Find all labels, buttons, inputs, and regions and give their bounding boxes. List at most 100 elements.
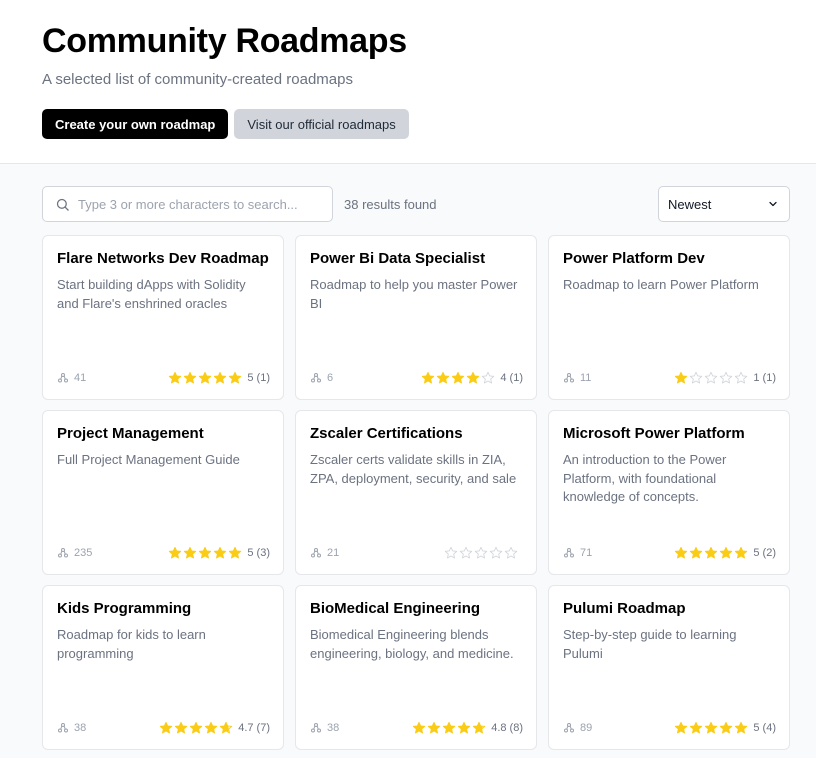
rating-stars bbox=[168, 546, 242, 560]
star-icon bbox=[190, 721, 203, 734]
page-subtitle: A selected list of community-created roa… bbox=[42, 71, 353, 88]
roadmap-users-count: 21 bbox=[327, 547, 340, 559]
roadmap-users-count: 71 bbox=[580, 547, 593, 559]
star-icon bbox=[504, 546, 518, 559]
star-icon bbox=[160, 721, 173, 734]
rating-stars bbox=[674, 371, 748, 385]
roadmap-grid: Flare Networks Dev Roadmap Start buildin… bbox=[42, 235, 790, 750]
roadmap-card[interactable]: Power Platform Dev Roadmap to learn Powe… bbox=[548, 235, 790, 400]
roadmap-users: 21 bbox=[310, 547, 339, 559]
star-icon bbox=[690, 721, 703, 734]
roadmap-card-footer: 38 4.8 (8) bbox=[310, 720, 523, 736]
users-icon bbox=[58, 723, 68, 733]
rating-label: 5 (3) bbox=[247, 547, 270, 559]
roadmap-rating: 4 (1) bbox=[421, 371, 523, 385]
roadmap-description: Roadmap to help you master Power BI bbox=[310, 277, 518, 311]
star-icon bbox=[214, 371, 227, 384]
star-icon bbox=[720, 546, 733, 559]
roadmap-card[interactable]: Microsoft Power Platform An introduction… bbox=[548, 410, 790, 575]
roadmap-card-footer: 89 5 (4) bbox=[563, 720, 776, 736]
users-icon bbox=[311, 373, 321, 383]
search-icon bbox=[56, 198, 69, 211]
rating-label: 5 (2) bbox=[753, 547, 776, 559]
roadmap-users: 38 bbox=[57, 722, 86, 734]
search-input[interactable] bbox=[78, 196, 308, 212]
results-count: 38 results found bbox=[344, 196, 437, 212]
roadmap-card-footer: 71 5 (2) bbox=[563, 545, 776, 561]
star-icon bbox=[459, 546, 473, 559]
roadmap-users-count: 6 bbox=[327, 372, 334, 384]
star-icon bbox=[175, 721, 188, 734]
roadmap-users-count: 11 bbox=[580, 372, 592, 384]
roadmap-title: Flare Networks Dev Roadmap bbox=[57, 250, 269, 267]
roadmap-card[interactable]: Power Bi Data Specialist Roadmap to help… bbox=[295, 235, 537, 400]
rating-label: 5 (1) bbox=[247, 372, 270, 384]
filter-toolbar: 38 results found Newest bbox=[42, 186, 790, 222]
page-title: Community Roadmaps bbox=[42, 22, 407, 60]
chevron-down-icon bbox=[769, 201, 777, 207]
rating-label: 1 (1) bbox=[753, 372, 776, 384]
roadmap-users: 6 bbox=[310, 372, 333, 384]
rating-label: 4.8 (8) bbox=[491, 722, 523, 734]
star-icon bbox=[473, 721, 486, 734]
users-icon bbox=[564, 373, 574, 383]
star-icon bbox=[675, 721, 688, 734]
users-icon bbox=[564, 548, 574, 558]
roadmap-title: BioMedical Engineering bbox=[310, 600, 481, 617]
roadmap-description: Biomedical Engineering blends engineerin… bbox=[310, 627, 514, 661]
star-icon bbox=[705, 721, 718, 734]
star-icon bbox=[214, 546, 227, 559]
header-actions: Create your own roadmap Visit our offici… bbox=[42, 109, 774, 139]
roadmap-description: Full Project Management Guide bbox=[57, 452, 240, 467]
star-icon bbox=[199, 546, 212, 559]
roadmap-title: Pulumi Roadmap bbox=[563, 600, 686, 617]
roadmap-card-footer: 11 1 (1) bbox=[563, 370, 776, 386]
rating-stars bbox=[412, 721, 486, 735]
roadmap-card[interactable]: Project Management Full Project Manageme… bbox=[42, 410, 284, 575]
rating-stars bbox=[159, 721, 233, 735]
search-box[interactable] bbox=[42, 186, 333, 222]
roadmap-rating: 4.8 (8) bbox=[412, 721, 523, 735]
star-icon bbox=[437, 371, 450, 384]
roadmap-rating bbox=[444, 546, 523, 560]
roadmap-description: Roadmap for kids to learn programming bbox=[57, 627, 206, 661]
roadmap-title: Kids Programming bbox=[57, 600, 192, 617]
roadmap-users-count: 41 bbox=[74, 372, 87, 384]
star-icon bbox=[452, 371, 465, 384]
roadmap-rating: 5 (2) bbox=[674, 546, 776, 560]
star-icon bbox=[735, 546, 748, 559]
roadmap-rating: 4.7 (7) bbox=[159, 721, 270, 735]
star-icon bbox=[735, 371, 748, 384]
star-icon bbox=[675, 371, 688, 384]
roadmap-rating: 5 (4) bbox=[674, 721, 776, 735]
roadmap-users-count: 235 bbox=[74, 547, 93, 559]
star-icon bbox=[705, 371, 718, 384]
official-roadmaps-button[interactable]: Visit our official roadmaps bbox=[234, 109, 409, 139]
roadmap-users: 38 bbox=[310, 722, 339, 734]
sort-selected-value: Newest bbox=[668, 196, 712, 212]
roadmap-card-footer: 38 4.7 (7) bbox=[57, 720, 270, 736]
roadmap-card-footer: 41 5 (1) bbox=[57, 370, 270, 386]
roadmap-card[interactable]: Flare Networks Dev Roadmap Start buildin… bbox=[42, 235, 284, 400]
star-icon bbox=[443, 721, 456, 734]
roadmap-card-footer: 21 bbox=[310, 545, 523, 561]
roadmap-card[interactable]: Zscaler Certifications Zscaler certs val… bbox=[295, 410, 537, 575]
create-roadmap-button[interactable]: Create your own roadmap bbox=[42, 109, 229, 139]
roadmap-description: Zscaler certs validate skills in ZIA, ZP… bbox=[310, 452, 517, 486]
star-icon bbox=[422, 371, 435, 384]
star-icon bbox=[675, 546, 688, 559]
roadmap-card[interactable]: BioMedical Engineering Biomedical Engine… bbox=[295, 585, 537, 750]
sort-select[interactable]: Newest bbox=[658, 186, 790, 222]
star-icon bbox=[413, 721, 426, 734]
star-icon bbox=[735, 721, 748, 734]
rating-label: 5 (4) bbox=[753, 722, 776, 734]
roadmap-description: An introduction to the Power Platform, w… bbox=[563, 452, 727, 504]
roadmap-card[interactable]: Kids Programming Roadmap for kids to lea… bbox=[42, 585, 284, 750]
roadmap-card[interactable]: Pulumi Roadmap Step-by-step guide to lea… bbox=[548, 585, 790, 750]
star-icon bbox=[184, 371, 197, 384]
rating-stars bbox=[444, 546, 518, 560]
star-icon bbox=[705, 546, 718, 559]
roadmap-users: 41 bbox=[57, 372, 86, 384]
rating-stars bbox=[421, 371, 495, 385]
star-icon bbox=[229, 546, 242, 559]
